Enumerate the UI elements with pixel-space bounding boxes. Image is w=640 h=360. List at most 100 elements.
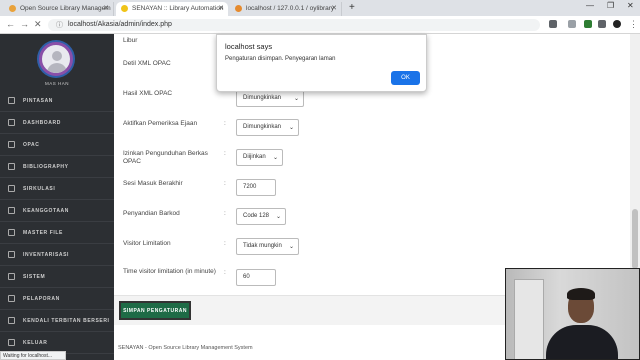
chevron-down-icon: ⌄ (288, 244, 294, 250)
visitor-time-limit-input[interactable]: 60 (236, 269, 276, 286)
download-opac-select[interactable]: Diijinkan ⌄ (236, 149, 283, 166)
report-icon (8, 295, 15, 302)
tab-label: SENAYAN :: Library Automation (132, 5, 224, 12)
sidebar-item-label: SIRKULASI (23, 186, 56, 192)
sidebar-item-inventarisasi[interactable]: INVENTARISASI (0, 244, 114, 266)
sidebar-item-keanggotaan[interactable]: KEANGGOTAAN (0, 200, 114, 222)
setting-label: Libur (123, 37, 138, 44)
sidebar-item-label: OPAC (23, 142, 40, 148)
serial-icon (8, 317, 15, 324)
sidebar-item-label: DASHBOARD (23, 120, 61, 126)
extension-icon[interactable] (584, 20, 592, 28)
webcam-door (514, 279, 544, 359)
select-value: Code 128 (243, 213, 270, 219)
menu-kebab-icon[interactable]: ⋮ (629, 19, 638, 30)
back-icon[interactable]: ← (6, 19, 15, 29)
footer-text: SENAYAN - Open Source Library Management… (118, 345, 253, 351)
sidebar-item-label: KEANGGOTAAN (23, 208, 69, 214)
select-value: Dimungkinkan (243, 95, 282, 101)
sidebar-item-master-file[interactable]: MASTER FILE (0, 222, 114, 244)
favicon-icon (235, 5, 242, 12)
sidebar-item-bibliography[interactable]: BIBLIOGRAPHY (0, 156, 114, 178)
setting-label: Izinkan Pengunduhan Berkas OPAC (123, 150, 208, 165)
dialog-ok-button[interactable]: OK (391, 71, 420, 85)
sidebar-item-label: PELAPORAN (23, 296, 60, 302)
opac-icon (8, 141, 15, 148)
chevron-down-icon: ⌄ (272, 155, 278, 161)
bookmark-star-icon[interactable] (568, 20, 576, 28)
close-window-icon[interactable]: ✕ (627, 1, 634, 10)
sidebar-item-label: KENDALI TERBITAN BERSERI (23, 318, 110, 324)
hasil-xml-opac-select[interactable]: Dimungkinkan ⌄ (236, 90, 304, 107)
barcode-encoding-select[interactable]: Code 128 ⌄ (236, 208, 286, 225)
dialog-message: Pengaturan disimpan. Penyegaran laman (225, 56, 336, 62)
colon: : (224, 240, 226, 247)
setting-label: Detil XML OPAC (123, 60, 171, 67)
chevron-down-icon: ⌄ (293, 96, 299, 102)
profile-avatar-icon[interactable] (613, 20, 621, 28)
url-input[interactable]: ⓘ localhost/Akasia/admin/index.php (48, 19, 540, 31)
sidebar-item-opac[interactable]: OPAC (0, 134, 114, 156)
setting-label: Penyandian Barkod (123, 210, 180, 217)
shortcut-icon (8, 97, 15, 104)
new-tab-button[interactable]: + (349, 2, 355, 13)
extensions-puzzle-icon[interactable] (598, 20, 606, 28)
sidebar-item-dashboard[interactable]: DASHBOARD (0, 112, 114, 134)
sidebar-item-label: KELUAR (23, 340, 48, 346)
username: MAS HAN (44, 81, 69, 86)
sidebar-item-sistem[interactable]: SISTEM (0, 266, 114, 288)
members-icon (8, 207, 15, 214)
address-bar: ← → ✕ ⓘ localhost/Akasia/admin/index.php… (0, 16, 640, 34)
sidebar-item-label: PINTASAN (23, 98, 53, 104)
alert-dialog: localhost says Pengaturan disimpan. Peny… (216, 34, 427, 92)
tab-label: localhost / 127.0.0.1 / oylibrary (246, 5, 335, 12)
close-tab-icon[interactable]: ✕ (218, 4, 224, 12)
dashboard-icon (8, 119, 15, 126)
spell-check-select[interactable]: Dimungkinkan ⌄ (236, 119, 299, 136)
circulation-icon (8, 185, 15, 192)
status-bar: Waiting for localhost... (0, 351, 66, 360)
setting-label: Time visitor limitation (in minute) (123, 268, 216, 275)
sidebar: MAS HAN PINTASAN DASHBOARD OPAC BIBLIOGR… (0, 34, 114, 360)
select-value: Dimungkinkan (243, 124, 282, 130)
restore-icon[interactable]: ❐ (607, 1, 614, 10)
sidebar-item-kendali-terbitan-berseri[interactable]: KENDALI TERBITAN BERSERI (0, 310, 114, 332)
avatar (39, 42, 73, 76)
avatar-body (47, 63, 67, 73)
browser-window: Open Source Library Managem ✕ SENAYAN ::… (0, 0, 640, 360)
inventory-icon (8, 251, 15, 258)
info-icon[interactable]: ⓘ (56, 20, 63, 30)
webcam-person-hair (567, 288, 595, 300)
colon: : (224, 150, 226, 157)
visitor-limitation-select[interactable]: Tidak mungkin ⌄ (236, 238, 299, 255)
dialog-title: localhost says (225, 42, 273, 51)
close-tab-icon[interactable]: ✕ (331, 4, 337, 12)
tab-strip: Open Source Library Managem ✕ SENAYAN ::… (0, 0, 640, 16)
favicon-icon (121, 5, 128, 12)
tab-senayan[interactable]: SENAYAN :: Library Automation ✕ (116, 2, 228, 16)
translate-icon[interactable] (549, 20, 557, 28)
file-icon (8, 229, 15, 236)
stop-icon[interactable]: ✕ (34, 19, 42, 30)
tab-phpmyadmin[interactable]: localhost / 127.0.0.1 / oylibrary ✕ (230, 2, 342, 16)
sidebar-item-pintasan[interactable]: PINTASAN (0, 90, 114, 112)
sidebar-item-pelaporan[interactable]: PELAPORAN (0, 288, 114, 310)
logout-icon (8, 339, 15, 346)
chevron-down-icon: ⌄ (275, 214, 281, 220)
minimize-icon[interactable]: — (586, 1, 594, 10)
save-settings-button[interactable]: SIMPAN PENGATURAN (119, 301, 191, 320)
close-tab-icon[interactable]: ✕ (103, 4, 109, 12)
webcam-overlay (505, 268, 640, 360)
sidebar-item-label: SISTEM (23, 274, 46, 280)
session-timeout-input[interactable]: 7200 (236, 179, 276, 196)
colon: : (224, 120, 226, 127)
forward-icon[interactable]: → (20, 19, 29, 29)
setting-label: Visitor Limitation (123, 240, 171, 247)
sidebar-item-label: INVENTARISASI (23, 252, 70, 258)
tab-open-source-library[interactable]: Open Source Library Managem ✕ (4, 2, 114, 16)
setting-label: Hasil XML OPAC (123, 90, 173, 97)
scrollbar-thumb[interactable] (632, 209, 638, 269)
sidebar-item-sirkulasi[interactable]: SIRKULASI (0, 178, 114, 200)
sidebar-item-label: BIBLIOGRAPHY (23, 164, 69, 170)
avatar-head (52, 51, 62, 61)
